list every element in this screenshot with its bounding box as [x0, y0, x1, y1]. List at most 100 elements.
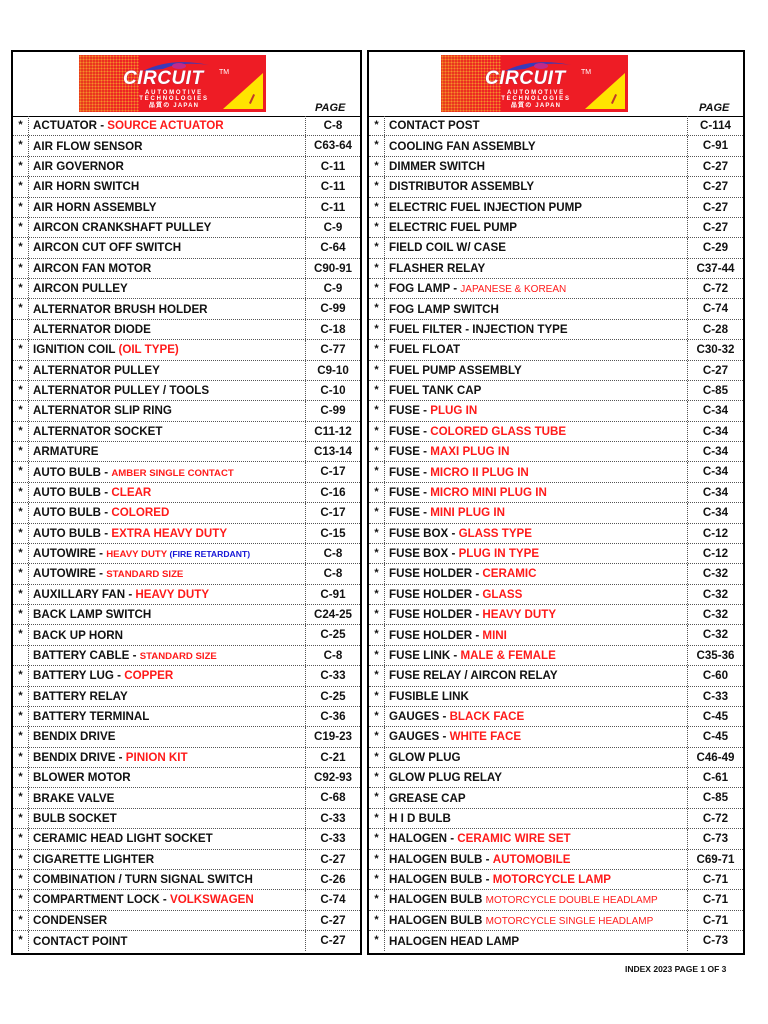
item-name-text: FUSE HOLDER - [389, 628, 483, 642]
item-name-text: HALOGEN BULB [389, 893, 486, 907]
index-row: * AIR HORN ASSEMBLY C-11 [13, 197, 360, 218]
item-page-ref: C-12 [687, 543, 743, 564]
item-page-ref: C-8 [305, 564, 360, 584]
index-row: * BACK LAMP SWITCH C24-25 [13, 605, 360, 626]
item-variant-highlight: GLASS [482, 587, 523, 601]
item-variant-highlight: HEAVY DUTY [135, 587, 210, 601]
new-item-star-icon: * [13, 727, 29, 747]
index-row: * BATTERY LUG - COPPER C-33 [13, 666, 360, 687]
index-row: * FUSE - MAXI PLUG IN C-34 [369, 442, 743, 463]
item-variant-highlight: MOTORCYCLE LAMP [492, 873, 612, 887]
item-page-ref: C-71 [687, 869, 743, 890]
item-name: AUTO BULB - EXTRA HEAVY DUTY [29, 527, 305, 540]
item-page-ref: C13-14 [305, 442, 360, 462]
index-row: * HALOGEN HEAD LAMP C-73 [369, 931, 743, 952]
item-name: FUSE - PLUG IN [385, 404, 687, 417]
item-name-text: ALTERNATOR PULLEY / TOOLS [33, 384, 210, 398]
new-item-star-icon: * [369, 768, 385, 788]
item-name: AIR HORN ASSEMBLY [29, 201, 305, 214]
item-name: ALTERNATOR PULLEY [29, 364, 305, 377]
item-name-text: FIELD COIL W/ CASE [389, 241, 507, 255]
item-page-ref: C-27 [687, 177, 743, 197]
index-row: * FUSE HOLDER - CERAMIC C-32 [369, 564, 743, 585]
item-page-ref: C-34 [687, 442, 743, 462]
new-item-star-icon: * [13, 156, 29, 177]
new-item-star-icon: * [13, 584, 29, 604]
item-page-ref: C46-49 [687, 747, 743, 767]
item-page-ref: C-26 [305, 869, 360, 890]
item-page-ref: C-114 [687, 116, 743, 136]
item-page-ref: C-15 [305, 523, 360, 543]
new-item-star-icon: * [13, 482, 29, 503]
item-name-text: BACK LAMP SWITCH [33, 608, 152, 622]
item-page-ref: C-36 [305, 706, 360, 727]
new-item-star-icon: * [13, 421, 29, 441]
index-row: * AUXILLARY FAN - HEAVY DUTY C-91 [13, 584, 360, 605]
item-page-ref: C-64 [305, 238, 360, 258]
item-name-text: FUSE - [389, 424, 431, 438]
new-item-star-icon: * [369, 645, 385, 666]
new-item-star-icon: * [369, 625, 385, 645]
item-name: CERAMIC HEAD LIGHT SOCKET [29, 832, 305, 845]
item-page-ref: C-12 [687, 523, 743, 543]
index-row: * HALOGEN - CERAMIC WIRE SET C-73 [369, 829, 743, 850]
index-row: * CONDENSER C-27 [13, 910, 360, 931]
index-row: * AIRCON CUT OFF SWITCH C-64 [13, 238, 360, 259]
index-row: * FUSE HOLDER - MINI C-32 [369, 625, 743, 646]
item-name-text: FUEL FILTER - INJECTION TYPE [389, 322, 568, 336]
new-item-star-icon: * [369, 931, 385, 952]
item-page-ref: C-32 [687, 564, 743, 584]
item-name-text: BATTERY CABLE - [33, 648, 140, 662]
item-page-ref: C-73 [687, 829, 743, 849]
item-name: AUXILLARY FAN - HEAVY DUTY [29, 588, 305, 601]
item-page-ref: C-8 [305, 543, 360, 564]
index-row: * ALTERNATOR PULLEY / TOOLS C-10 [13, 380, 360, 402]
new-item-star-icon: * [369, 564, 385, 584]
item-name-text: GREASE CAP [389, 791, 466, 805]
item-name: FOG LAMP SWITCH [385, 303, 687, 316]
panel-header: CIRCUIT TM AUTOMOTIVE TECHNOLOGIES 品質の J… [369, 52, 743, 117]
index-row: * BLOWER MOTOR C92-93 [13, 768, 360, 789]
index-row: * FUEL FLOAT C30-32 [369, 340, 743, 361]
item-name: ELECTRIC FUEL INJECTION PUMP [385, 201, 687, 214]
item-page-ref: C-17 [305, 503, 360, 523]
item-name: HALOGEN BULB MOTORCYCLE DOUBLE HEADLAMP [385, 893, 687, 906]
item-name: GLOW PLUG [385, 751, 687, 764]
index-rows-right: * CONTACT POST C-114 * COOLING FAN ASSEMBLY C… [369, 116, 743, 952]
item-page-ref: C-16 [305, 482, 360, 503]
item-name-text: AUTOWIRE - [33, 567, 107, 581]
item-name: AUTOWIRE - STANDARD SIZE [29, 567, 305, 580]
new-item-star-icon: * [13, 258, 29, 278]
item-variant-highlight: VOLKSWAGEN [169, 893, 254, 907]
item-name: FUSE LINK - MALE & FEMALE [385, 649, 687, 662]
item-name-text: FOG LAMP - [389, 282, 461, 296]
index-row: * FLASHER RELAY C37-44 [369, 258, 743, 279]
item-name-text: FLASHER RELAY [389, 261, 486, 275]
item-page-ref: C-91 [687, 136, 743, 156]
index-row: * ACTUATOR - SOURCE ACTUATOR C-8 [13, 116, 360, 137]
index-row: * DIMMER SWITCH C-27 [369, 156, 743, 178]
item-page-ref: C-74 [305, 890, 360, 910]
index-row: * FOG LAMP SWITCH C-74 [369, 299, 743, 320]
item-name-text: FUEL FLOAT [389, 343, 461, 357]
item-name: FUEL FLOAT [385, 343, 687, 356]
item-variant-highlight: JAPANESE & KOREAN [460, 284, 567, 296]
item-name: AIRCON PULLEY [29, 282, 305, 295]
new-item-star-icon: * [13, 462, 29, 482]
new-item-star-icon: * [369, 279, 385, 299]
item-name: HALOGEN BULB - MOTORCYCLE LAMP [385, 873, 687, 886]
item-name: CONTACT POINT [29, 935, 305, 948]
item-variant-highlight: PLUG IN TYPE [458, 547, 540, 561]
circuit-logo: CIRCUIT TM AUTOMOTIVE TECHNOLOGIES 品質の J… [441, 55, 628, 112]
item-name: ALTERNATOR DIODE [29, 323, 305, 336]
new-item-star-icon: * [369, 890, 385, 910]
item-name: BACK LAMP SWITCH [29, 608, 305, 621]
index-row: * CONTACT POINT C-27 [13, 931, 360, 952]
new-item-star-icon: * [369, 299, 385, 319]
item-page-ref: C-32 [687, 625, 743, 645]
item-page-ref: C30-32 [687, 340, 743, 360]
item-name: BULB SOCKET [29, 812, 305, 825]
item-page-ref: C-27 [687, 197, 743, 217]
index-row: * AUTO BULB - EXTRA HEAVY DUTY C-15 [13, 523, 360, 544]
item-name-text: ELECTRIC FUEL PUMP [389, 221, 517, 235]
